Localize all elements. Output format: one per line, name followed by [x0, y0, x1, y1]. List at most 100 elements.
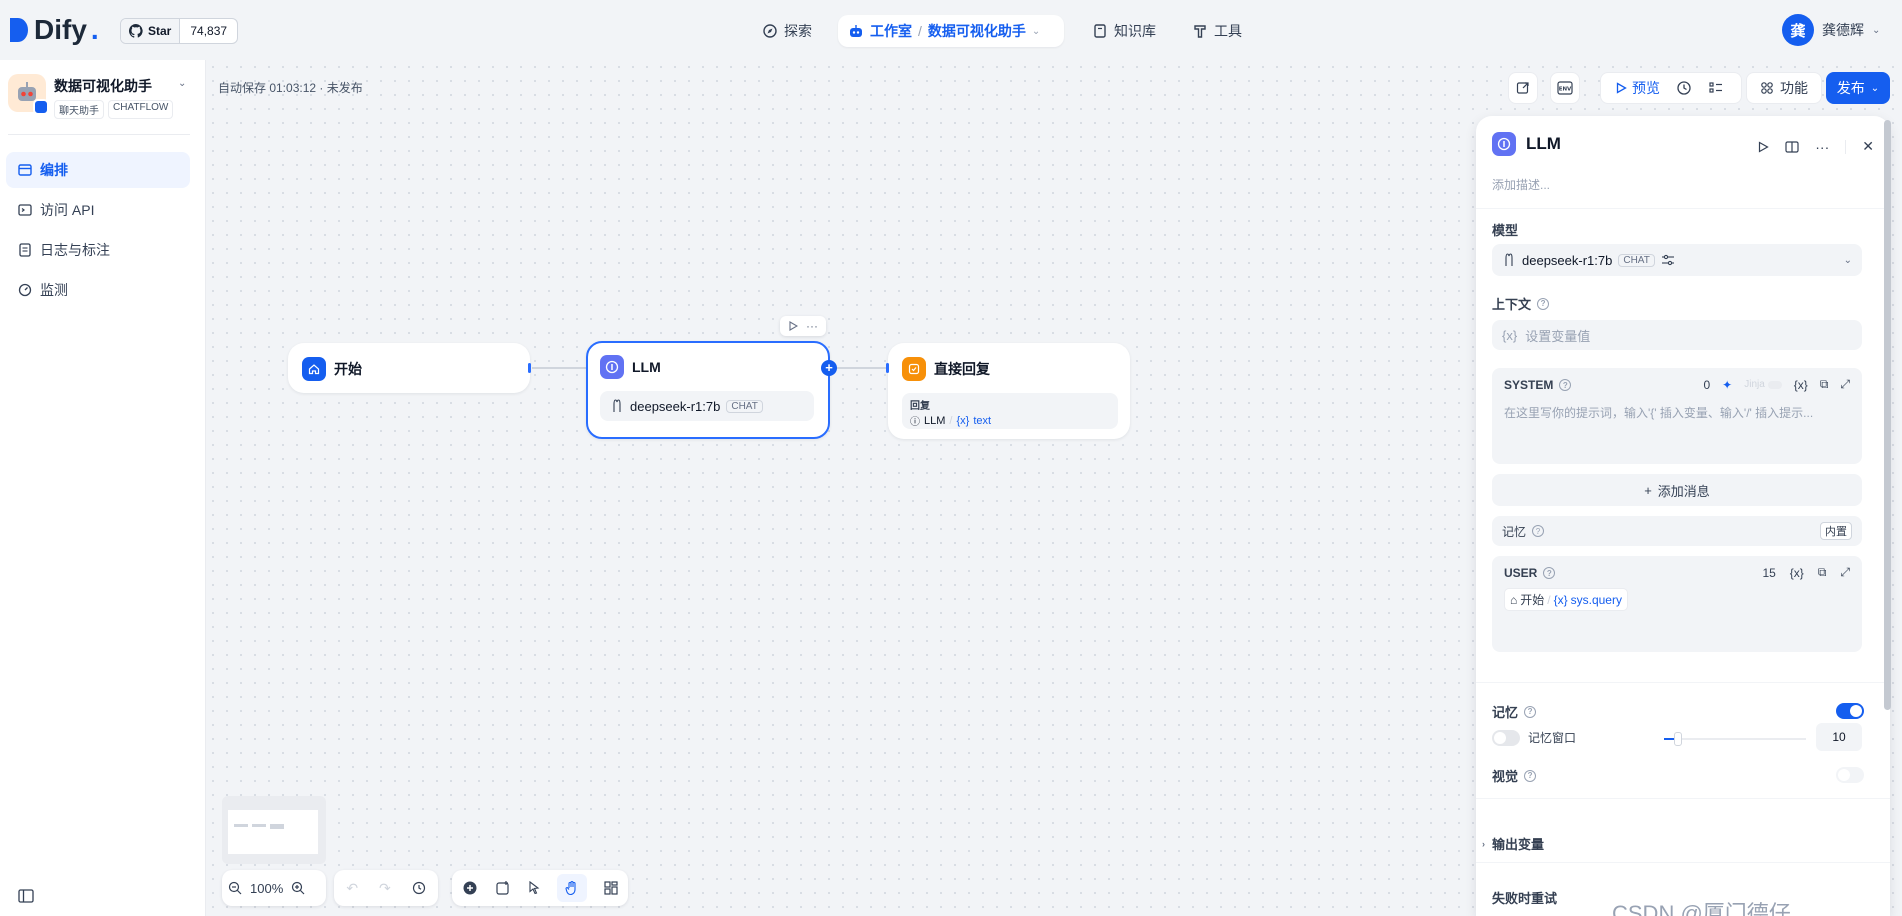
history-icon[interactable]: [1676, 80, 1692, 96]
help-icon[interactable]: ?: [1559, 379, 1572, 391]
vision-toggle[interactable]: [1836, 767, 1864, 783]
sidebar-item-api[interactable]: 访问 API: [6, 192, 190, 228]
panel-scrollbar[interactable]: [1884, 120, 1891, 710]
memory-window-slider[interactable]: [1664, 732, 1806, 746]
version-history-icon[interactable]: [412, 881, 426, 895]
context-label-text: 上下文: [1492, 297, 1532, 312]
chevron-down-icon[interactable]: ⌄: [1032, 26, 1040, 37]
llama-icon: [613, 399, 621, 412]
model-selector[interactable]: deepseek-r1:7b CHAT ⌄: [1492, 244, 1862, 276]
sidebar-item-orchestrate[interactable]: 编排: [6, 152, 190, 188]
undo-icon[interactable]: ↶: [346, 880, 358, 897]
output-vars-section[interactable]: › 输出变量: [1482, 834, 1544, 853]
github-star-button[interactable]: Star 74,837: [120, 18, 239, 44]
node-start[interactable]: 开始: [288, 343, 530, 393]
nav-studio-app[interactable]: 数据可视化助手: [928, 21, 1026, 41]
user-menu[interactable]: 龚 龚德辉 ⌄: [1782, 14, 1880, 46]
minimap[interactable]: [222, 796, 326, 864]
chevron-down-icon[interactable]: ⌄: [178, 78, 186, 89]
help-icon[interactable]: ?: [1524, 769, 1537, 782]
memory-row-label: 记忆: [1502, 524, 1527, 539]
nav-knowledge-label: 知识库: [1114, 23, 1156, 39]
node-answer-handle[interactable]: [886, 363, 889, 373]
retry-section[interactable]: 失败时重试: [1492, 888, 1557, 907]
user-name: 龚德辉: [1822, 22, 1864, 38]
user-prompt-editor[interactable]: USER? 15 {x} ⧉ ⤢ ⌂ 开始 / {x} sys.query: [1492, 556, 1862, 652]
svg-text:ENV: ENV: [1559, 87, 1572, 93]
help-icon[interactable]: ?: [1524, 705, 1537, 718]
sparkle-icon[interactable]: ✦: [1722, 378, 1732, 392]
help-icon[interactable]: ?: [1543, 567, 1556, 579]
features-button[interactable]: 功能: [1746, 72, 1822, 104]
nav-knowledge[interactable]: 知识库: [1082, 15, 1166, 47]
variable-icon[interactable]: {x}: [1790, 566, 1804, 580]
add-next-node-icon[interactable]: +: [821, 360, 837, 376]
node-answer[interactable]: 直接回复 回复 ⓘ LLM / {x} text: [888, 343, 1130, 439]
publish-button[interactable]: 发布 ⌄: [1826, 72, 1890, 104]
checklist-button[interactable]: [1508, 72, 1538, 104]
env-button[interactable]: ENV: [1550, 72, 1580, 104]
zoom-out-icon[interactable]: [228, 881, 242, 895]
watermark: CSDN @厦门德仔: [1612, 901, 1791, 916]
add-message-label: 添加消息: [1657, 483, 1710, 499]
variable-icon[interactable]: {x}: [1794, 378, 1808, 392]
add-note-icon[interactable]: [495, 880, 511, 896]
help-icon[interactable]: ?: [1532, 525, 1545, 537]
copy-icon[interactable]: ⧉: [1820, 377, 1829, 392]
user-variable-chip[interactable]: ⌂ 开始 / {x} sys.query: [1504, 588, 1628, 611]
logo-dot: .: [90, 14, 99, 45]
slider-handle[interactable]: [1674, 732, 1682, 746]
run-node-icon[interactable]: [788, 321, 798, 331]
memory-window-toggle[interactable]: [1492, 730, 1520, 746]
node-llm-model-name: deepseek-r1:7b: [630, 398, 721, 414]
memory-row: 记忆? 内置: [1492, 516, 1862, 546]
copy-icon[interactable]: ⧉: [1818, 565, 1827, 580]
help-icon[interactable]: ?: [1537, 297, 1550, 310]
run-icon[interactable]: [1757, 140, 1769, 153]
avatar: 龚: [1782, 14, 1814, 46]
plus-icon: +: [1644, 482, 1652, 498]
expand-icon[interactable]: ⤢: [1840, 565, 1850, 580]
memory-toggle[interactable]: [1836, 703, 1864, 719]
system-prompt-placeholder: 在这里写你的提示词，输入'{' 插入变量、输入'/' 插入提示...: [1504, 406, 1814, 420]
app-type-badge: [33, 99, 49, 115]
nav-tools[interactable]: 工具: [1182, 15, 1252, 47]
system-prompt-editor[interactable]: SYSTEM? 0 ✦ Jinja {x} ⧉ ⤢ 在这里写你的提示词，输入'{…: [1492, 368, 1862, 464]
organize-icon[interactable]: [604, 881, 618, 895]
sidebar-item-monitor[interactable]: 监测: [6, 272, 190, 308]
nav-studio[interactable]: 工作室 / 数据可视化助手 ⌄: [838, 15, 1064, 47]
jinja-toggle[interactable]: Jinja: [1744, 379, 1782, 390]
edge-start-llm[interactable]: [532, 367, 586, 369]
nav-explore-label: 探索: [784, 23, 812, 39]
pointer-icon[interactable]: [527, 881, 541, 895]
panel-description-input[interactable]: 添加描述...: [1492, 176, 1550, 193]
preview-button[interactable]: 预览: [1615, 78, 1660, 98]
edge-llm-answer[interactable]: [830, 367, 888, 369]
sidebar-collapse-button[interactable]: [18, 888, 34, 904]
add-message-button[interactable]: + 添加消息: [1492, 474, 1862, 506]
app-name: 数据可视化助手: [54, 78, 152, 94]
context-variable-input[interactable]: {x} 设置变量值: [1492, 320, 1862, 350]
node-start-handle[interactable]: [528, 363, 531, 373]
sidebar-item-label: 编排: [40, 162, 68, 178]
zoom-level[interactable]: 100%: [250, 881, 283, 896]
hand-tool-button[interactable]: [557, 874, 588, 902]
close-icon[interactable]: ✕: [1862, 138, 1874, 155]
nav-explore[interactable]: 探索: [752, 15, 822, 47]
memory-window-input[interactable]: 10: [1816, 723, 1862, 751]
expand-icon[interactable]: ⤢: [1840, 377, 1850, 392]
checklist-icon[interactable]: [1708, 80, 1724, 96]
more-icon[interactable]: ···: [1815, 140, 1829, 154]
more-icon[interactable]: ···: [806, 320, 818, 332]
panel-title[interactable]: LLM: [1526, 134, 1561, 154]
app-info[interactable]: 数据可视化助手 聊天助手 CHATFLOW ⌄: [8, 74, 190, 126]
sliders-icon[interactable]: [1661, 253, 1675, 267]
redo-icon[interactable]: ↷: [379, 880, 391, 897]
node-llm-toolbar: ···: [780, 316, 826, 336]
split-view-icon[interactable]: [1785, 140, 1799, 154]
dify-logo[interactable]: Dify.: [8, 14, 99, 46]
sidebar-item-logs[interactable]: 日志与标注: [6, 232, 190, 268]
node-llm[interactable]: LLM deepseek-r1:7b CHAT +: [586, 341, 837, 439]
zoom-in-icon[interactable]: [291, 881, 305, 895]
add-node-icon[interactable]: [462, 880, 478, 896]
